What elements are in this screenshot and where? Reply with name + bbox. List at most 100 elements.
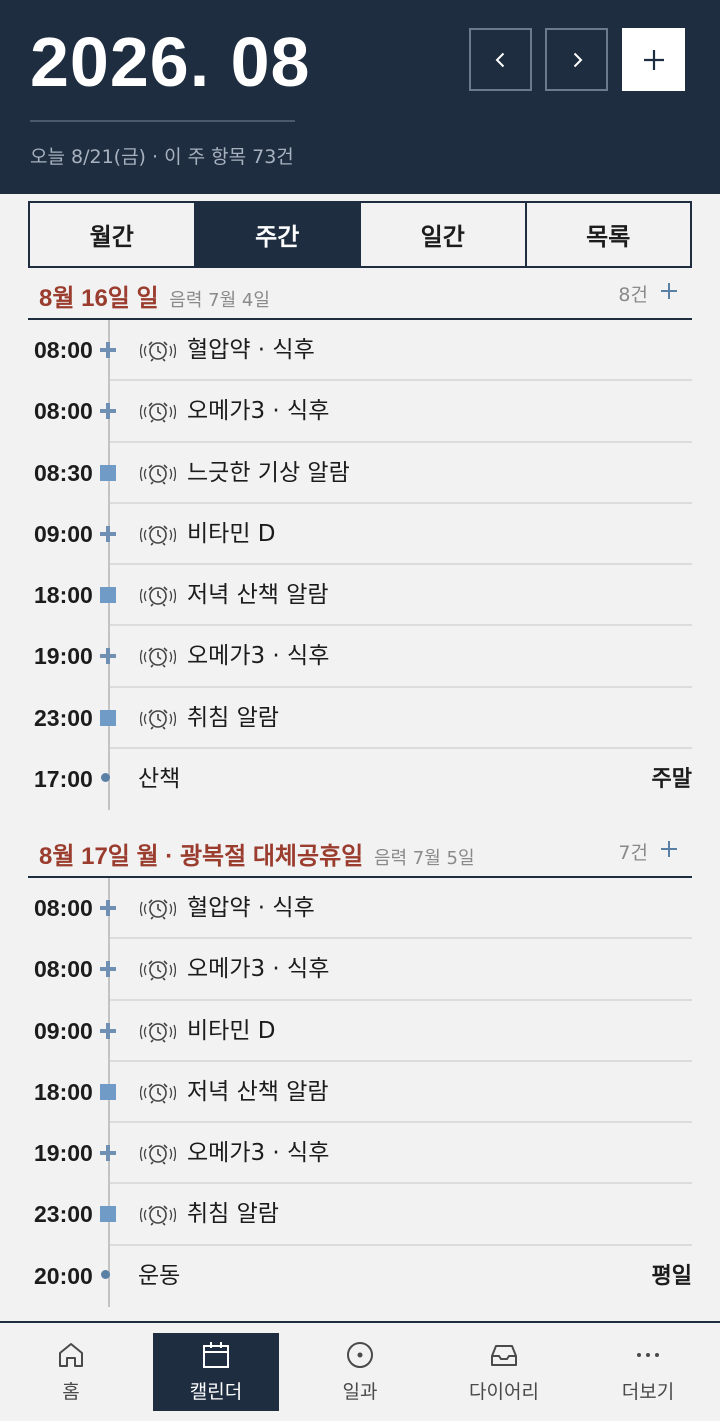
item-time: 08:00 [34, 337, 93, 363]
item-time: 18:00 [34, 1078, 93, 1105]
item-tag: 주말 [651, 767, 692, 793]
day-add-button[interactable] [658, 838, 680, 860]
square-marker-icon [100, 464, 116, 481]
bottom-nav: 홈 캘린더 일과 다이어리 더보기 [0, 1321, 720, 1421]
day-rows: 08:00 혈압약 · 식후 08:00 오메가3 · 식후 08:30 느긋한 기상 알… [28, 320, 692, 811]
item-time: 08:30 [34, 459, 93, 486]
item-time: 23:00 [34, 704, 93, 731]
item-title: 비타민 D [187, 1017, 276, 1044]
alarm-item[interactable]: 08:00 오메가3 · 식후 [28, 381, 692, 443]
add-event-button[interactable] [622, 28, 685, 91]
nav-label: 다이어리 [469, 1381, 539, 1403]
plus-icon [643, 49, 664, 70]
nav-diary[interactable]: 다이어리 [441, 1333, 567, 1411]
item-title: 오메가3 · 식후 [187, 1140, 330, 1167]
alarm-item[interactable]: 09:00 비타민 D [28, 504, 692, 566]
alarm-clock-icon [140, 402, 176, 423]
item-title: 혈압약 · 식후 [187, 895, 315, 921]
alarm-clock-icon [140, 1083, 176, 1104]
day-section: 8월 17일 월 · 광복절 대체공휴일 음력 7월 5일 7건 08:00 혈압… [28, 826, 692, 1308]
event-item[interactable]: 17:00 산책 주말 [28, 749, 692, 810]
day-title: 8월 16일 일 음력 7월 4일 [39, 278, 270, 313]
tab-weekly[interactable]: 주간 [195, 203, 361, 266]
nav-label: 캘린더 [189, 1381, 243, 1403]
tab-monthly[interactable]: 월간 [30, 203, 196, 266]
month-title: 2026. 08 [30, 23, 311, 101]
cross-marker-icon [100, 525, 116, 542]
day-header: 8월 16일 일 음력 7월 4일 8건 [28, 268, 692, 320]
alarm-clock-icon [140, 341, 176, 362]
nav-routine[interactable]: 일과 [297, 1333, 423, 1411]
item-title: 운동 [138, 1262, 181, 1289]
event-item[interactable]: 20:00 운동 평일 [28, 1246, 692, 1307]
item-title: 산책 [138, 766, 181, 793]
cross-marker-icon [100, 648, 116, 665]
view-tabs: 월간 주간 일간 목록 [28, 201, 692, 268]
alarm-item[interactable]: 19:00 오메가3 · 식후 [28, 1123, 692, 1185]
plus-icon [661, 283, 677, 299]
nav-label: 더보기 [621, 1381, 675, 1403]
day-rows: 08:00 혈압약 · 식후 08:00 오메가3 · 식후 09:00 비타민 D 18:… [28, 878, 692, 1308]
nav-label: 홈 [62, 1381, 80, 1403]
day-title: 8월 17일 월 · 광복절 대체공휴일 음력 7월 5일 [39, 836, 475, 871]
alarm-item[interactable]: 08:30 느긋한 기상 알람 [28, 443, 692, 504]
home-icon [59, 1343, 83, 1367]
alarm-clock-icon [140, 1205, 176, 1227]
alarm-item[interactable]: 08:00 오메가3 · 식후 [28, 939, 692, 1001]
nav-calendar[interactable]: 캘린더 [153, 1333, 279, 1411]
alarm-item[interactable]: 09:00 비타민 D [28, 1001, 692, 1062]
item-title: 느긋한 기상 알람 [187, 459, 350, 486]
alarm-item[interactable]: 08:00 혈압약 · 식후 [28, 320, 692, 382]
item-title: 저녁 산책 알람 [187, 1078, 329, 1105]
alarm-item[interactable]: 19:00 오메가3 · 식후 [28, 626, 692, 688]
plus-icon [661, 841, 677, 857]
alarm-clock-icon [140, 525, 176, 546]
item-time: 19:00 [34, 643, 93, 670]
chevron-left-icon [495, 52, 504, 67]
item-time: 20:00 [34, 1262, 93, 1289]
nav-home[interactable]: 홈 [8, 1333, 134, 1411]
routine-icon [347, 1342, 373, 1368]
today-summary: 오늘 8/21(금) · 이 주 항목 73건 [30, 146, 294, 168]
dot-marker-icon [101, 1269, 110, 1279]
item-title: 오메가3 · 식후 [187, 398, 330, 425]
prev-month-button[interactable] [469, 28, 532, 91]
day-add-button[interactable] [658, 280, 680, 302]
alarm-clock-icon [140, 899, 176, 920]
item-time: 18:00 [34, 582, 93, 609]
square-marker-icon [100, 1083, 116, 1100]
day-section: 8월 16일 일 음력 7월 4일 8건 08:00 혈압약 · 식후 08:00 오… [28, 268, 692, 811]
alarm-clock-icon [140, 1144, 176, 1165]
alarm-item[interactable]: 23:00 취침 알람 [28, 1184, 692, 1246]
square-marker-icon [100, 587, 116, 604]
item-time: 09:00 [34, 1017, 93, 1044]
alarm-item[interactable]: 18:00 저녁 산책 알람 [28, 1062, 692, 1124]
alarm-clock-icon [140, 586, 176, 607]
item-title: 비타민 D [187, 520, 276, 547]
lunar-date: 음력 7월 5일 [373, 848, 475, 869]
alarm-clock-icon [140, 1022, 176, 1043]
alarm-item[interactable]: 08:00 혈압약 · 식후 [28, 878, 692, 940]
alarm-item[interactable]: 18:00 저녁 산책 알람 [28, 565, 692, 627]
tab-daily[interactable]: 일간 [361, 203, 527, 266]
alarm-clock-icon [140, 464, 176, 485]
day-date: 8월 17일 월 · 광복절 대체공휴일 [39, 843, 364, 870]
item-time: 19:00 [34, 1140, 93, 1167]
day-header: 8월 17일 월 · 광복절 대체공휴일 음력 7월 5일 7건 [28, 826, 692, 878]
nav-more[interactable]: 더보기 [585, 1333, 711, 1411]
square-marker-icon [100, 709, 116, 726]
cross-marker-icon [100, 900, 116, 916]
item-time: 17:00 [34, 766, 93, 793]
next-month-button[interactable] [545, 28, 608, 91]
item-title: 취침 알람 [187, 704, 279, 731]
app-header: 2026. 08 오늘 8/21(금) · 이 주 항목 73건 [0, 0, 720, 194]
item-time: 23:00 [34, 1201, 93, 1228]
dot-marker-icon [101, 773, 110, 783]
calendar-icon [203, 1342, 229, 1368]
cross-marker-icon [100, 1022, 116, 1039]
day-item-count: 7건 [618, 842, 648, 864]
more-icon [637, 1353, 659, 1357]
alarm-clock-icon [140, 647, 176, 669]
alarm-item[interactable]: 23:00 취침 알람 [28, 688, 692, 750]
tab-list[interactable]: 목록 [527, 203, 691, 266]
